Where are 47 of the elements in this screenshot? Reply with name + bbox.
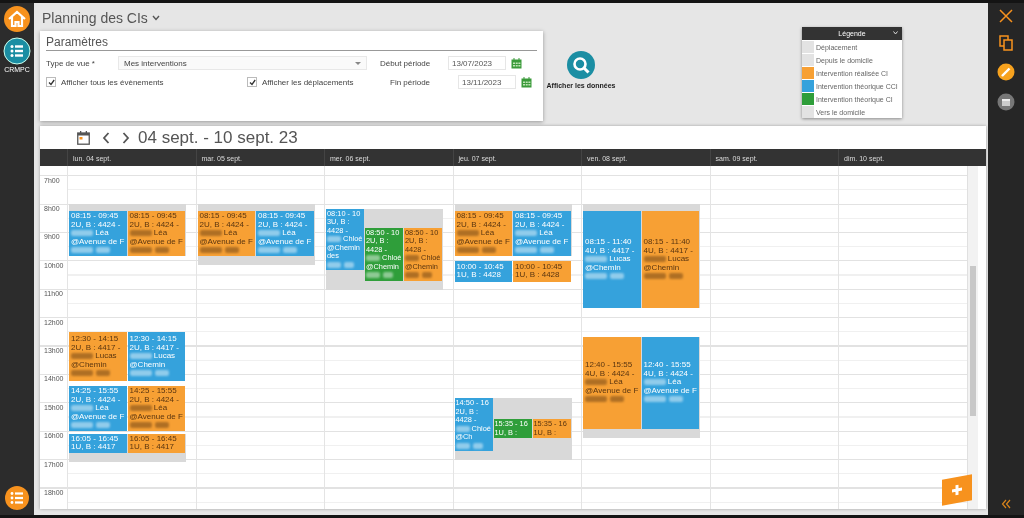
chevron-down-icon[interactable] <box>151 15 160 21</box>
view-type-dropdown[interactable]: Mes interventions <box>118 56 367 70</box>
list-icon[interactable] <box>3 37 31 65</box>
calendar-event[interactable]: 12:40 - 15:55 4U, B : 4424 - Léa @Avenue de F <box>583 336 641 429</box>
calendar-event[interactable]: 10:00 - 10:45 1U, B : 4428 <box>513 260 571 283</box>
calendar-event[interactable]: 08:15 - 09:45 2U, B : 4424 - Léa @Avenue de F <box>513 211 571 256</box>
calendar-event[interactable]: 08:15 - 09:45 2U, B : 4424 - Léa @Avenue de F <box>197 211 255 256</box>
calendar-event[interactable]: 08:15 - 09:45 2U, B : 4424 - Léa @Avenue de F <box>256 211 314 256</box>
calendar-event[interactable]: 08:15 - 09:45 2U, B : 4424 - Léa @Avenue de F <box>69 211 127 256</box>
date-field[interactable]: 13/07/2023 <box>448 56 506 70</box>
double-chevron-icon[interactable] <box>1001 499 1011 509</box>
calendar-event[interactable]: 16:05 - 16:45 1U, B : 4417 <box>69 433 127 453</box>
pencil-icon[interactable] <box>997 63 1015 81</box>
date-field[interactable]: 13/11/2023 <box>458 75 516 89</box>
scrollbar[interactable] <box>966 166 978 509</box>
field-label: Début période <box>380 58 432 68</box>
calendar-event[interactable]: 08:15 - 09:45 2U, B : 4424 - Léa @Avenue de F <box>454 211 512 256</box>
calendar-event[interactable]: 14:25 - 15:55 2U, B : 4424 - Léa @Avenue de F <box>127 386 185 431</box>
home-icon[interactable] <box>3 5 31 33</box>
calendar-event[interactable]: 08:15 - 11:40 4U, B : 4417 - Lucas @Chemin <box>641 211 699 309</box>
list-icon[interactable] <box>4 485 30 511</box>
checkbox[interactable] <box>46 77 56 87</box>
search-icon <box>572 56 590 74</box>
calendar-event[interactable]: 12:40 - 15:55 4U, B : 4424 - Léa @Avenue de F <box>641 336 699 429</box>
checkbox-label: Afficher tous les évènements <box>61 77 164 87</box>
calendar-event[interactable]: 16:05 - 16:45 1U, B : 4417 <box>127 433 185 453</box>
checkbox[interactable] <box>247 77 257 87</box>
calendar-event[interactable]: 10:00 - 10:45 1U, B : 4428 <box>454 260 512 283</box>
date-range: 04 sept. - 10 sept. 23 <box>138 127 298 148</box>
field-label: Fin période <box>390 77 432 87</box>
page-title: Planning des CIs <box>42 10 148 26</box>
checkbox-label: Afficher les déplacements <box>262 77 354 87</box>
next-icon[interactable] <box>122 131 130 144</box>
previous-icon[interactable] <box>102 131 110 144</box>
copy-icon[interactable] <box>999 35 1013 51</box>
calendar-icon[interactable] <box>77 130 90 145</box>
calendar-event[interactable]: 12:30 - 14:15 2U, B : 4417 - Lucas @Chemin <box>127 331 185 382</box>
plus-icon <box>951 482 963 498</box>
field-label: Type de vue * <box>46 58 96 68</box>
calendar-event[interactable]: 08:15 - 09:45 2U, B : 4424 - Léa @Avenue de F <box>127 211 185 256</box>
calendar-event[interactable]: 14:25 - 15:55 2U, B : 4424 - Léa @Avenue de F <box>69 386 127 431</box>
calendar-event[interactable]: 12:30 - 14:15 2U, B : 4417 - Lucas @Chemin <box>69 331 127 382</box>
close-icon[interactable] <box>999 9 1013 23</box>
panel-heading: Paramètres <box>46 33 537 51</box>
calendar-icon[interactable] <box>997 93 1015 111</box>
calendar-event[interactable]: 08:15 - 11:40 4U, B : 4417 - Lucas @Chemin <box>583 211 641 309</box>
search-button[interactable] <box>567 51 595 79</box>
